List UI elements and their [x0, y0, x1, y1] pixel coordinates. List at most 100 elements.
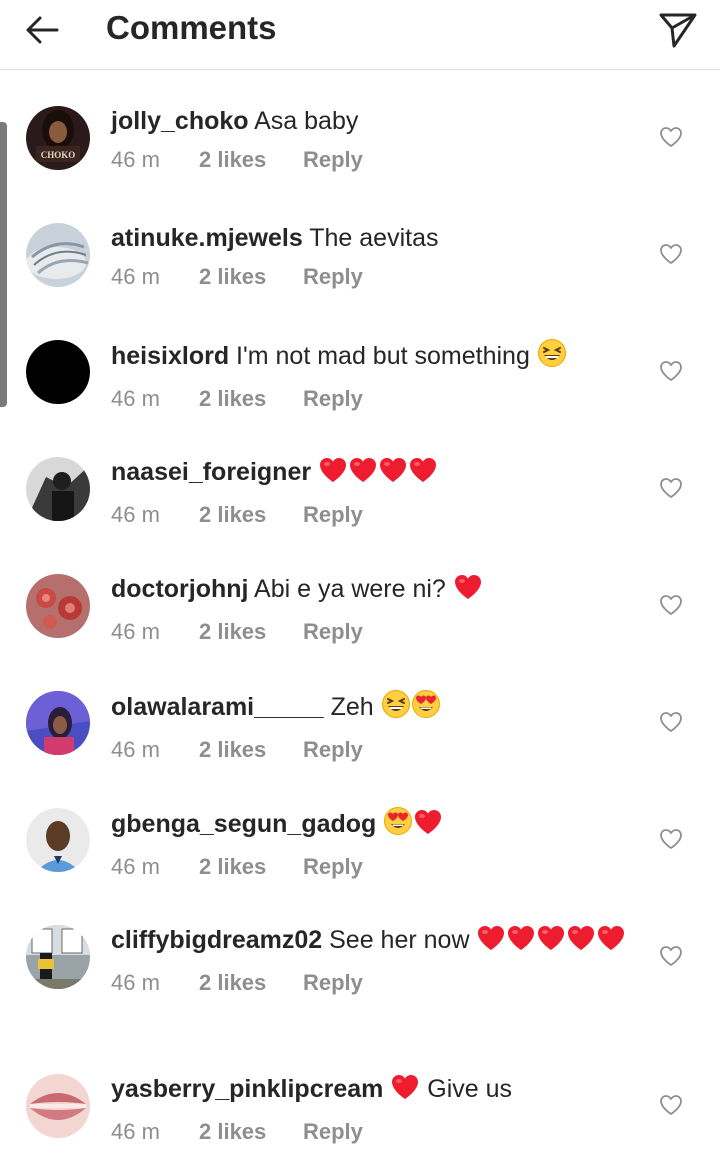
- avatar[interactable]: [26, 574, 90, 638]
- red-heart-emoji: [318, 456, 348, 493]
- comment-meta: 46 m 2 likes Reply: [111, 1117, 631, 1147]
- comment-meta: 46 m 2 likes Reply: [111, 968, 631, 998]
- comment-meta: 46 m 2 likes Reply: [111, 384, 631, 414]
- comment-message: [376, 810, 383, 838]
- avatar[interactable]: [26, 1074, 90, 1138]
- scroll-indicator[interactable]: [0, 122, 7, 407]
- likes-count-link[interactable]: 2 likes: [199, 617, 303, 647]
- timestamp: 46 m: [111, 147, 160, 172]
- username[interactable]: atinuke.mjewels: [111, 224, 303, 252]
- likes-count-link[interactable]: 2 likes: [199, 968, 303, 998]
- comment-message: Zeh: [323, 693, 381, 721]
- comment-body: doctorjohnj Abi e ya were ni? 46 m 2 like…: [111, 572, 631, 647]
- comment-message-tail: Give us: [420, 1075, 513, 1103]
- likes-count-link[interactable]: 2 likes: [199, 735, 303, 765]
- comment-meta: 46 m 2 likes Reply: [111, 500, 631, 530]
- timestamp: 46 m: [111, 502, 160, 527]
- comment-text: yasberry_pinklipcream Give us: [111, 1072, 631, 1110]
- header-bar: Comments: [0, 0, 720, 70]
- likes-count-link[interactable]: 2 likes: [199, 145, 303, 175]
- comment-text: jolly_choko Asa baby: [111, 104, 631, 138]
- comment-meta: 46 m 2 likes Reply: [111, 617, 631, 647]
- avatar[interactable]: CHOKO: [26, 106, 90, 170]
- heart-outline-icon[interactable]: [656, 122, 686, 152]
- red-heart-emoji: [536, 924, 566, 961]
- timestamp: 46 m: [111, 737, 160, 762]
- likes-count-link[interactable]: 2 likes: [199, 384, 303, 414]
- reply-button[interactable]: Reply: [303, 968, 363, 998]
- red-heart-emoji: [408, 456, 438, 493]
- heart-outline-icon[interactable]: [656, 473, 686, 503]
- avatar[interactable]: [26, 223, 90, 287]
- reply-button[interactable]: Reply: [303, 617, 363, 647]
- avatar[interactable]: [26, 808, 90, 872]
- heart-outline-icon[interactable]: [656, 590, 686, 620]
- red-heart-emoji: [413, 808, 443, 845]
- reply-button[interactable]: Reply: [303, 735, 363, 765]
- comment-text: olawalarami_____ Zeh: [111, 689, 631, 728]
- svg-text:CHOKO: CHOKO: [41, 150, 76, 160]
- comment-text: gbenga_segun_gadog: [111, 806, 631, 845]
- comment-meta: 46 m 2 likes Reply: [111, 262, 631, 292]
- username[interactable]: heisixlord: [111, 342, 229, 370]
- comment-text: doctorjohnj Abi e ya were ni?: [111, 572, 631, 610]
- comment-body: yasberry_pinklipcream Give us 46 m 2 likes…: [111, 1072, 631, 1147]
- likes-count-link[interactable]: 2 likes: [199, 852, 303, 882]
- likes-count-link[interactable]: 2 likes: [199, 1117, 303, 1147]
- heart-eyes-emoji: [411, 689, 441, 728]
- heart-outline-icon[interactable]: [656, 824, 686, 854]
- username[interactable]: olawalarami_____: [111, 693, 324, 721]
- reply-button[interactable]: Reply: [303, 145, 363, 175]
- back-arrow-icon[interactable]: [22, 10, 62, 50]
- grinning-squint-emoji: [381, 689, 411, 728]
- page-title: Comments: [106, 9, 277, 46]
- avatar[interactable]: [26, 691, 90, 755]
- reply-button[interactable]: Reply: [303, 262, 363, 292]
- likes-count-link[interactable]: 2 likes: [199, 500, 303, 530]
- timestamp: 46 m: [111, 1119, 160, 1144]
- likes-count-link[interactable]: 2 likes: [199, 262, 303, 292]
- username[interactable]: naasei_foreigner: [111, 458, 311, 486]
- comment-meta: 46 m 2 likes Reply: [111, 145, 631, 175]
- avatar[interactable]: [26, 340, 90, 404]
- timestamp: 46 m: [111, 970, 160, 995]
- avatar[interactable]: [26, 925, 90, 989]
- comment-body: olawalarami_____ Zeh 46 m 2 likes Reply: [111, 689, 631, 765]
- reply-button[interactable]: Reply: [303, 1117, 363, 1147]
- username[interactable]: yasberry_pinklipcream: [111, 1075, 383, 1103]
- grinning-squint-emoji: [537, 338, 567, 377]
- red-heart-emoji: [453, 573, 483, 610]
- reply-button[interactable]: Reply: [303, 384, 363, 414]
- red-heart-emoji: [596, 924, 626, 961]
- username[interactable]: doctorjohnj: [111, 575, 248, 603]
- reply-button[interactable]: Reply: [303, 500, 363, 530]
- heart-outline-icon[interactable]: [656, 239, 686, 269]
- comment-message: Asa baby: [248, 107, 359, 135]
- comment-message: [311, 458, 318, 486]
- username[interactable]: jolly_choko: [111, 107, 249, 135]
- comment-meta: 46 m 2 likes Reply: [111, 852, 631, 882]
- comment-message: I'm not mad but something: [229, 342, 537, 370]
- avatar[interactable]: [26, 457, 90, 521]
- reply-button[interactable]: Reply: [303, 852, 363, 882]
- red-heart-emoji: [566, 924, 596, 961]
- comment-body: cliffybigdreamz02 See her now 46 m 2 like…: [111, 923, 631, 998]
- timestamp: 46 m: [111, 264, 160, 289]
- timestamp: 46 m: [111, 619, 160, 644]
- heart-outline-icon[interactable]: [656, 941, 686, 971]
- username[interactable]: cliffybigdreamz02: [111, 926, 322, 954]
- heart-outline-icon[interactable]: [656, 356, 686, 386]
- comment-text: naasei_foreigner: [111, 455, 631, 493]
- comment-meta: 46 m 2 likes Reply: [111, 735, 631, 765]
- heart-outline-icon[interactable]: [656, 1090, 686, 1120]
- comment-body: atinuke.mjewels The aevitas 46 m 2 likes Re…: [111, 221, 631, 292]
- timestamp: 46 m: [111, 854, 160, 879]
- username[interactable]: gbenga_segun_gadog: [111, 810, 376, 838]
- comment-body: naasei_foreigner 46 m 2 likes Reply: [111, 455, 631, 530]
- red-heart-emoji: [390, 1073, 420, 1110]
- heart-outline-icon[interactable]: [656, 707, 686, 737]
- comment-body: gbenga_segun_gadog 46 m 2 likes Reply: [111, 806, 631, 882]
- red-heart-emoji: [378, 456, 408, 493]
- comment-body: jolly_choko Asa baby 46 m 2 likes Reply: [111, 104, 631, 175]
- paper-plane-icon[interactable]: [656, 8, 700, 52]
